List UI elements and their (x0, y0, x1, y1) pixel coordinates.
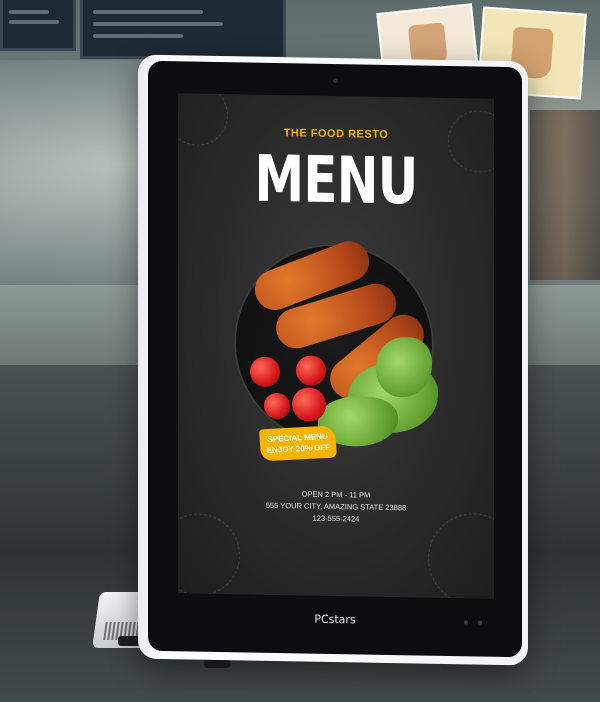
doodle-decoration (178, 512, 240, 597)
wall-menu-board (0, 0, 76, 51)
signage-kiosk: THE FOOD RESTO MENU SPECIAL MENU ENJOY 2… (138, 54, 528, 666)
cherry-tomato (250, 356, 280, 388)
cherry-tomato (264, 392, 290, 420)
shelf-bottles (530, 110, 600, 280)
menu-title: MENU (254, 142, 418, 220)
doodle-decoration (178, 93, 228, 147)
cherry-tomato (292, 387, 326, 422)
promo-badge: SPECIAL MENU ENJOY 20% OFF (258, 425, 338, 462)
device-brand-logo: PCstars (314, 612, 356, 627)
restaurant-name: THE FOOD RESTO (283, 127, 389, 141)
screen-bezel: THE FOOD RESTO MENU SPECIAL MENU ENJOY 2… (148, 60, 522, 658)
cherry-tomato (296, 355, 326, 386)
status-led (478, 620, 482, 625)
display-screen[interactable]: THE FOOD RESTO MENU SPECIAL MENU ENJOY 2… (178, 93, 494, 599)
status-led (464, 620, 468, 625)
wall-menu-board (80, 0, 286, 59)
camera-icon (333, 78, 338, 84)
promo-line-2: ENJOY 20% OFF (266, 442, 331, 456)
